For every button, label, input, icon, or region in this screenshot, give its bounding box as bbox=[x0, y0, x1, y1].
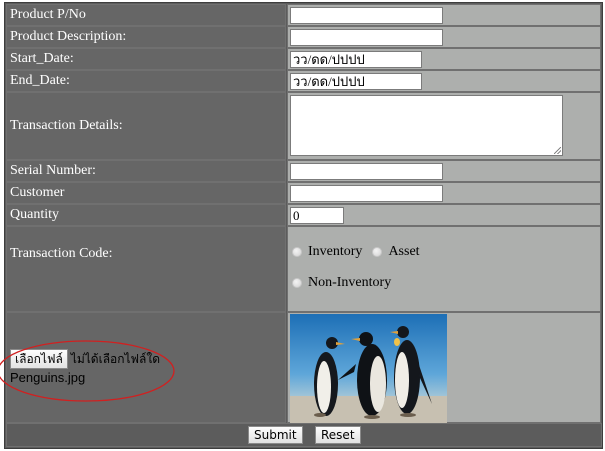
transaction-code-label: Transaction Code: bbox=[6, 226, 286, 312]
radio-inventory[interactable] bbox=[292, 247, 302, 257]
quantity-cell bbox=[287, 204, 601, 226]
row-start-date: Start_Date: bbox=[5, 48, 602, 70]
serial-number-cell bbox=[287, 160, 601, 182]
image-preview-cell bbox=[287, 312, 601, 423]
reset-button[interactable]: Reset bbox=[315, 426, 361, 444]
customer-label: Customer bbox=[6, 182, 286, 204]
radio-non-inventory[interactable] bbox=[292, 278, 302, 288]
product-description-cell bbox=[287, 26, 601, 48]
file-upload-control: เลือกไฟล์ ไม่ได้เลือกไฟล์ใด Penguins.jpg bbox=[10, 349, 160, 386]
end-date-label: End_Date: bbox=[6, 70, 286, 92]
resize-grip-icon[interactable] bbox=[554, 147, 561, 154]
choose-file-button[interactable]: เลือกไฟล์ bbox=[10, 349, 68, 369]
row-file-upload: เลือกไฟล์ ไม่ได้เลือกไฟล์ใด Penguins.jpg bbox=[5, 312, 602, 423]
transaction-code-options-line-2: Non-Inventory bbox=[292, 275, 391, 291]
start-date-cell bbox=[287, 48, 601, 70]
file-name-text: Penguins.jpg bbox=[10, 370, 86, 385]
transaction-details-cell bbox=[287, 92, 601, 160]
radio-asset-label: Asset bbox=[388, 244, 420, 259]
transaction-details-label: Transaction Details: bbox=[6, 92, 286, 160]
serial-number-label: Serial Number: bbox=[6, 160, 286, 182]
radio-asset[interactable] bbox=[372, 247, 383, 257]
file-upload-cell: เลือกไฟล์ ไม่ได้เลือกไฟล์ใด Penguins.jpg bbox=[6, 312, 286, 423]
transaction-code-cell: Inventory Asset Non-Inventory bbox=[287, 226, 601, 312]
product-description-label: Product Description: bbox=[6, 26, 286, 48]
penguins-photo-icon bbox=[290, 314, 447, 423]
row-transaction-details: Transaction Details: bbox=[5, 92, 602, 160]
upload-form: Product P/No Product Description: Start_… bbox=[4, 2, 603, 449]
row-buttons: Submit Reset bbox=[5, 423, 602, 447]
row-serial-number: Serial Number: bbox=[5, 160, 602, 182]
row-quantity: Quantity bbox=[5, 204, 602, 226]
product-description-input[interactable] bbox=[290, 29, 443, 46]
product-pno-input[interactable] bbox=[290, 7, 443, 24]
start-date-input[interactable] bbox=[290, 51, 422, 68]
start-date-label: Start_Date: bbox=[6, 48, 286, 70]
end-date-input[interactable] bbox=[290, 73, 422, 90]
quantity-input[interactable] bbox=[290, 207, 344, 224]
row-product-description: Product Description: bbox=[5, 26, 602, 48]
row-customer: Customer bbox=[5, 182, 602, 204]
customer-input[interactable] bbox=[290, 185, 443, 202]
transaction-details-textarea[interactable] bbox=[290, 95, 563, 156]
transaction-code-options-line-1: Inventory Asset bbox=[292, 244, 420, 260]
row-end-date: End_Date: bbox=[5, 70, 602, 92]
product-pno-cell bbox=[287, 4, 601, 26]
row-transaction-code: Transaction Code: Inventory Asset Non-In… bbox=[5, 226, 602, 312]
product-pno-label: Product P/No bbox=[6, 4, 286, 26]
quantity-label: Quantity bbox=[6, 204, 286, 226]
radio-non-inventory-label: Non-Inventory bbox=[308, 275, 392, 290]
file-status-text: ไม่ได้เลือกไฟล์ใด bbox=[70, 352, 161, 366]
buttons-cell: Submit Reset bbox=[6, 423, 602, 447]
end-date-cell bbox=[287, 70, 601, 92]
customer-cell bbox=[287, 182, 601, 204]
row-product-pno: Product P/No bbox=[5, 4, 602, 26]
submit-button[interactable]: Submit bbox=[248, 426, 303, 444]
radio-inventory-label: Inventory bbox=[308, 244, 363, 259]
serial-number-input[interactable] bbox=[290, 163, 443, 180]
